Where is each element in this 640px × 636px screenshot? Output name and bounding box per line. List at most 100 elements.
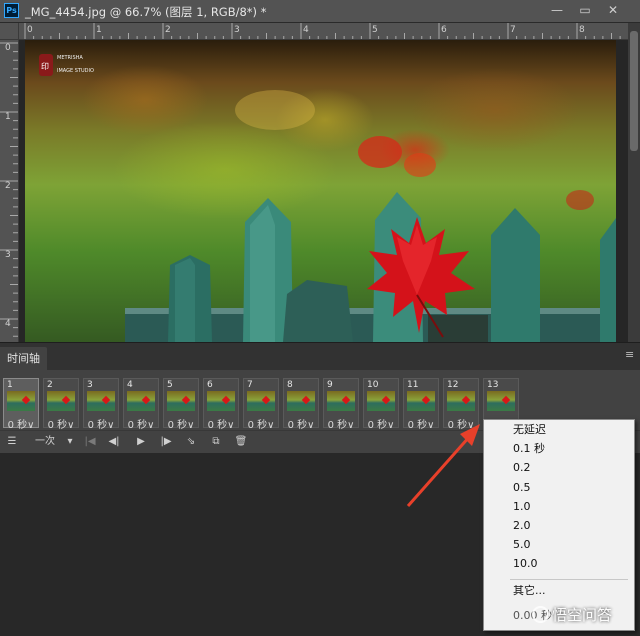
frame-number: 8 — [287, 380, 293, 390]
frame-number: 10 — [367, 380, 379, 390]
frame-delay-select[interactable]: 0 秒∨ — [204, 416, 238, 431]
frame-thumbnail — [87, 391, 115, 411]
leaf-thumbnail-mark — [341, 395, 351, 405]
animation-frame[interactable]: 6 0 秒∨ — [203, 378, 239, 431]
previous-frame-icon[interactable]: ◀| — [106, 433, 122, 451]
animation-frame[interactable]: 2 0 秒∨ — [43, 378, 79, 431]
frame-thumbnail — [487, 391, 515, 411]
frame-number: 11 — [407, 380, 419, 390]
next-frame-icon[interactable]: |▶ — [158, 433, 174, 451]
ruler-label: 0 — [5, 43, 11, 53]
fence-and-leaf-art: 印 — [39, 54, 616, 342]
ruler-label: 1 — [5, 112, 11, 122]
tab-timeline[interactable]: 时间轴 — [0, 347, 47, 371]
photoshop-app-icon: Ps — [4, 3, 19, 18]
delay-option[interactable]: 0.2 — [513, 459, 531, 477]
document-tab-title[interactable]: _MG_4454.jpg @ 66.7% (图层 1, RGB/8*) * — [25, 4, 266, 20]
frame-number: 5 — [167, 380, 173, 390]
tween-icon[interactable]: ⇘ — [183, 433, 199, 451]
canvas-vertical-scrollbar[interactable] — [628, 23, 640, 342]
vertical-ruler[interactable]: 0 1 2 3 4 — [0, 40, 19, 342]
ruler-label: 1 — [96, 25, 102, 35]
animation-frame[interactable]: 8 0 秒∨ — [283, 378, 319, 431]
animation-frame[interactable]: 4 0 秒∨ — [123, 378, 159, 431]
frame-delay-select[interactable]: 0 秒∨ — [4, 416, 38, 431]
ruler-origin[interactable] — [0, 23, 19, 40]
frame-delay-select[interactable]: 0 秒∨ — [84, 416, 118, 431]
play-icon[interactable]: ▶ — [133, 433, 149, 451]
panel-menu-icon[interactable]: ≡ — [625, 349, 636, 360]
leaf-thumbnail-mark — [301, 395, 311, 405]
frame-thumbnail — [407, 391, 435, 411]
delay-option-other[interactable]: 其它... — [513, 582, 546, 600]
delay-option[interactable]: 1.0 — [513, 498, 531, 516]
animation-frame[interactable]: 7 0 秒∨ — [243, 378, 279, 431]
ruler-label: 2 — [5, 181, 11, 191]
animation-frame[interactable]: 10 0 秒∨ — [363, 378, 399, 431]
frame-thumbnail — [47, 391, 75, 411]
minimize-button[interactable]: — — [548, 3, 566, 19]
delay-option[interactable]: 0.1 秒 — [513, 440, 545, 458]
animation-frame[interactable]: 9 0 秒∨ — [323, 378, 359, 431]
leaf-thumbnail-mark — [101, 395, 111, 405]
frame-delay-select[interactable]: 0 秒∨ — [164, 416, 198, 431]
animation-frame[interactable]: 3 0 秒∨ — [83, 378, 119, 431]
horizontal-ruler[interactable]: 0 1 2 3 4 5 6 7 8 — [19, 23, 628, 40]
frame-thumbnail — [7, 391, 35, 411]
animation-frame[interactable]: 1 0 秒∨ — [3, 378, 39, 431]
scrollbar-thumb[interactable] — [630, 31, 638, 151]
delay-option[interactable]: 0.5 — [513, 479, 531, 497]
frame-delay-select[interactable]: 0 秒∨ — [124, 416, 158, 431]
delete-frame-icon[interactable]: 🗑 — [233, 433, 249, 451]
ruler-label: 8 — [579, 25, 585, 35]
delay-option[interactable]: 5.0 — [513, 536, 531, 554]
leaf-thumbnail-mark — [221, 395, 231, 405]
document-image[interactable]: 印 METRISHA IMAGE STUDIO — [25, 40, 616, 342]
frame-thumbnail — [327, 391, 355, 411]
frame-delay-select[interactable]: 0 秒∨ — [284, 416, 318, 431]
svg-text:印: 印 — [41, 62, 49, 71]
leaf-thumbnail-mark — [501, 395, 511, 405]
ruler-label: 4 — [303, 25, 309, 35]
ruler-label: 3 — [5, 250, 11, 260]
delay-option[interactable]: 2.0 — [513, 517, 531, 535]
delay-option[interactable]: 10.0 — [513, 555, 538, 573]
close-button[interactable]: ✕ — [604, 3, 622, 19]
ruler-label: 0 — [27, 25, 33, 35]
delay-option[interactable]: 无延迟 — [513, 421, 546, 439]
leaf-thumbnail-mark — [461, 395, 471, 405]
frame-delay-select[interactable]: 0 秒∨ — [244, 416, 278, 431]
frame-number: 4 — [127, 380, 133, 390]
timeline-panel-header: 时间轴 ≡ — [0, 342, 640, 371]
annotation-arrow — [406, 424, 480, 507]
duplicate-frame-icon[interactable]: ⧉ — [208, 433, 224, 451]
loop-dropdown-icon[interactable]: ▾ — [64, 433, 76, 451]
frame-delay-select[interactable]: 0 秒∨ — [324, 416, 358, 431]
frame-delay-menu: 无延迟 0.1 秒 0.2 0.5 1.0 2.0 5.0 10.0 其它... 0.00 秒 — [483, 419, 635, 631]
frame-number: 6 — [207, 380, 213, 390]
frame-thumbnail — [447, 391, 475, 411]
watermark-logo-icon — [532, 606, 549, 623]
loop-options-select[interactable]: 一次 — [30, 433, 60, 451]
ruler-label: 3 — [234, 25, 240, 35]
leaf-thumbnail-mark — [141, 395, 151, 405]
frame-delay-select[interactable]: 0 秒∨ — [44, 416, 78, 431]
frame-thumbnail — [247, 391, 275, 411]
leaf-thumbnail-mark — [381, 395, 391, 405]
horizontal-ruler-ticks — [24, 23, 621, 39]
frame-number: 12 — [447, 380, 459, 390]
ruler-label: 4 — [5, 319, 11, 329]
frame-number: 13 — [487, 380, 499, 390]
canvas-workarea[interactable]: 印 METRISHA IMAGE STUDIO — [19, 40, 628, 342]
frame-number: 9 — [327, 380, 333, 390]
frame-number: 2 — [47, 380, 53, 390]
frame-delay-select[interactable]: 0 秒∨ — [364, 416, 398, 431]
convert-to-video-timeline-icon[interactable]: ☰ — [4, 433, 20, 451]
maximize-button[interactable]: ▭ — [576, 3, 594, 19]
frame-number: 1 — [7, 380, 13, 390]
frame-thumbnail — [167, 391, 195, 411]
first-frame-icon[interactable]: |◀ — [82, 433, 98, 451]
vertical-ruler-ticks — [0, 42, 18, 337]
animation-frame[interactable]: 5 0 秒∨ — [163, 378, 199, 431]
frame-number: 7 — [247, 380, 253, 390]
